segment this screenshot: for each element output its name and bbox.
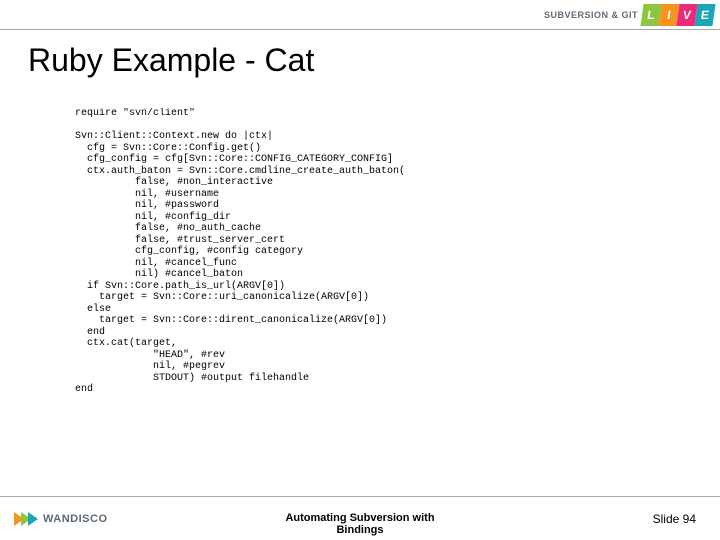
footer-title-line1: Automating Subversion with [285,512,434,524]
chevron-icon [28,512,38,526]
top-bar: SUBVERSION & GIT L I V E [0,0,720,30]
live-badge: L I V E [642,4,714,26]
footer-left: WANDISCO [14,512,108,526]
wandisco-icon [14,512,35,526]
brand-text: SUBVERSION & GIT [544,10,638,20]
slide-number: Slide 94 [653,512,696,526]
footer-title: Automating Subversion with Bindings [285,512,434,536]
live-letter: E [694,4,715,26]
code-block: require "svn/client" Svn::Client::Contex… [75,108,680,468]
slide-title: Ruby Example - Cat [28,42,314,79]
wandisco-text: WANDISCO [43,513,108,525]
footer-bar: WANDISCO Automating Subversion with Bind… [0,496,720,540]
footer-title-line2: Bindings [285,524,434,536]
